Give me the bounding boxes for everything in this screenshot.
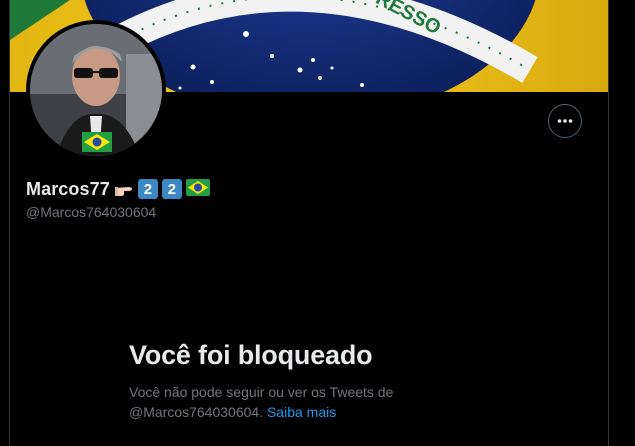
display-name: Marcos77 [26, 178, 110, 199]
keycap-2-icon: 2 [137, 179, 158, 199]
avatar-image [30, 24, 162, 156]
blocked-message-handle: @Marcos764030604. [129, 404, 264, 420]
profile-page: GRESSO Marcos77 2 2 @Marcos764030604 Voc… [0, 0, 635, 446]
blocked-message-prefix: Você não pode seguir ou ver os Tweets de [129, 384, 394, 400]
blocked-message: Você não pode seguir ou ver os Tweets de… [129, 382, 449, 422]
learn-more-link[interactable]: Saiba mais [267, 404, 336, 420]
profile-avatar[interactable] [26, 20, 166, 160]
profile-handle: @Marcos764030604 [26, 204, 157, 220]
more-options-button[interactable] [548, 104, 582, 138]
profile-name-row: Marcos77 2 2 [26, 178, 210, 200]
brazil-flag-icon [185, 179, 210, 199]
avatar-photo [30, 24, 162, 156]
column-divider-right [608, 0, 609, 446]
blocked-title: Você foi bloqueado [129, 340, 373, 370]
keycap-2-icon: 2 [161, 179, 182, 199]
pointing-finger-icon [114, 179, 134, 199]
more-horizontal-icon [557, 119, 573, 123]
